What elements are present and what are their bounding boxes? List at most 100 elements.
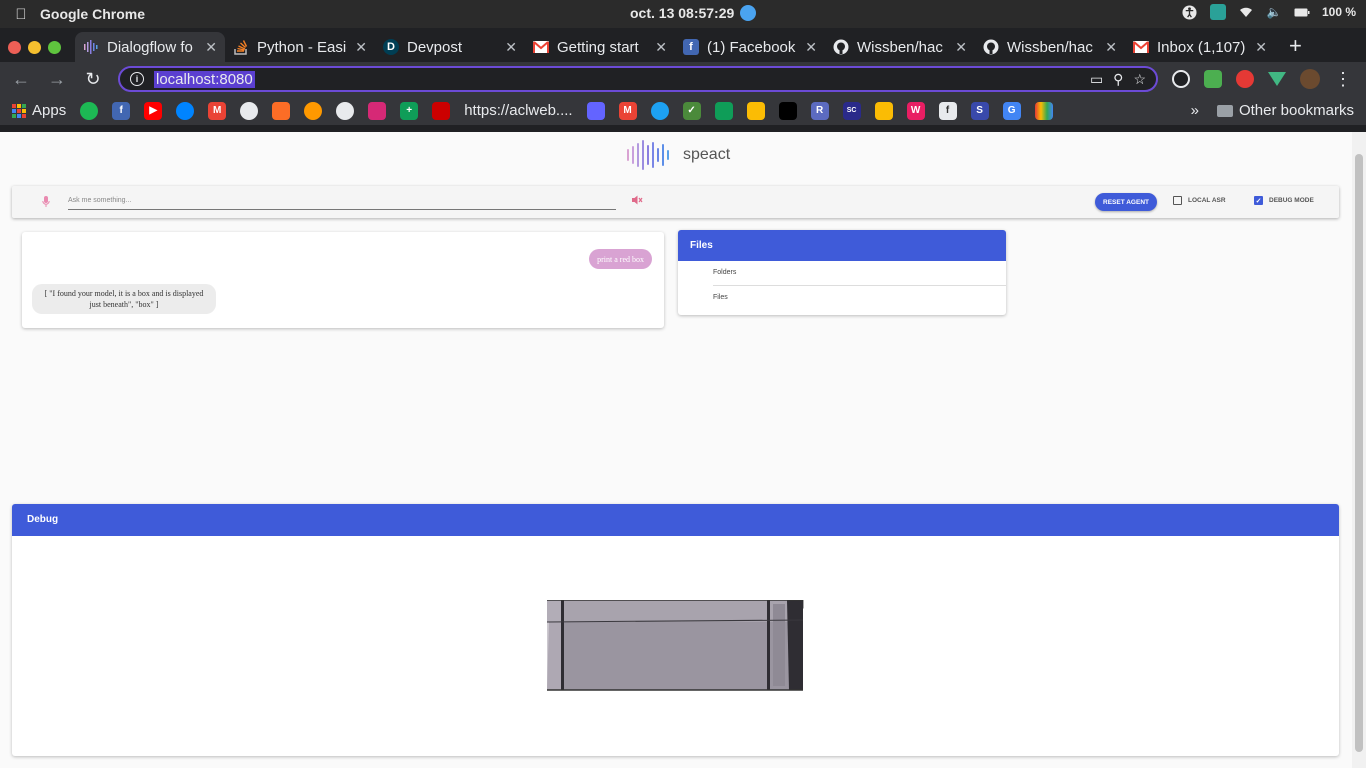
apps-shortcut[interactable]: Apps (12, 102, 66, 119)
close-tab-icon[interactable]: ✕ (205, 39, 217, 56)
spotify-icon[interactable] (80, 101, 99, 120)
notification-icon[interactable] (740, 5, 757, 21)
gitlab-icon[interactable] (272, 101, 291, 120)
tab-title: Inbox (1,107) (1157, 38, 1246, 56)
sc-icon[interactable]: SC (842, 101, 861, 120)
scrollbar-thumb[interactable] (1355, 154, 1363, 752)
address-bar[interactable]: i localhost:8080 ▭ ⚲ ☆ (118, 66, 1158, 92)
forward-button[interactable]: → (46, 69, 68, 90)
new-tab-button[interactable]: + (1289, 33, 1302, 59)
close-tab-icon[interactable]: ✕ (805, 39, 817, 56)
volume-icon[interactable]: 🔈 (1266, 4, 1282, 20)
battery-icon[interactable] (1294, 4, 1310, 20)
vue-devtools-icon[interactable] (1268, 72, 1286, 86)
gmail-icon (1133, 39, 1149, 55)
microphone-icon[interactable] (42, 196, 50, 208)
layers-icon[interactable] (778, 101, 797, 120)
wifi-icon[interactable] (1238, 4, 1254, 20)
youtube-icon[interactable]: ▶ (144, 101, 163, 120)
s-icon[interactable]: S (970, 101, 989, 120)
tab-inbox[interactable]: Inbox (1,107) ✕ (1125, 32, 1275, 62)
cast-icon[interactable]: ▭ (1090, 71, 1103, 88)
drive-icon[interactable] (874, 101, 893, 120)
apple-icon[interactable]:  (12, 5, 30, 23)
tab-github-1[interactable]: Wissben/hac ✕ (825, 32, 975, 62)
system-clock[interactable]: oct. 13 08:57:29 (630, 5, 757, 21)
instagram-icon[interactable] (368, 101, 387, 120)
extension-icon[interactable] (1204, 70, 1222, 88)
close-tab-icon[interactable]: ✕ (955, 39, 967, 56)
github-icon[interactable] (336, 101, 355, 120)
query-input[interactable]: Ask me something... (68, 196, 616, 210)
extension-icon[interactable] (1236, 70, 1254, 88)
close-tab-icon[interactable]: ✕ (355, 39, 367, 56)
tab-facebook[interactable]: f (1) Facebook ✕ (675, 32, 825, 62)
maximize-window-button[interactable] (48, 40, 61, 54)
profile-avatar[interactable] (1300, 69, 1320, 89)
apps-label: Apps (32, 102, 67, 119)
video-icon[interactable] (432, 101, 451, 120)
close-tab-icon[interactable]: ✕ (1105, 39, 1117, 56)
files-header: Files (678, 230, 1006, 261)
facebook-icon[interactable]: f (112, 101, 131, 120)
files-item-folders[interactable]: Folders (713, 261, 1006, 286)
messenger-icon[interactable] (176, 101, 195, 120)
speaker-muted-icon[interactable] (632, 195, 643, 208)
battery-percent: 100 % (1321, 5, 1356, 19)
script-icon[interactable]: f (938, 101, 957, 120)
tab-python[interactable]: Python - Easie ✕ (225, 32, 375, 62)
reset-agent-button[interactable]: RESET AGENT (1095, 193, 1157, 211)
w-icon[interactable]: W (906, 101, 925, 120)
url-text[interactable]: localhost:8080 (154, 70, 255, 88)
page-scrollbar[interactable] (1352, 132, 1366, 768)
extension-icon[interactable] (1172, 70, 1190, 88)
local-asr-checkbox[interactable]: LOCAL ASR (1173, 196, 1226, 205)
zoom-icon[interactable]: ⚲ (1113, 71, 1123, 88)
system-tray: 🔈 100 % (1182, 4, 1356, 20)
twitter-icon[interactable] (650, 101, 669, 120)
query-bar: Ask me something... RESET AGENT LOCAL AS… (12, 186, 1339, 218)
debug-panel: Debug (12, 504, 1339, 756)
mastodon-icon[interactable] (586, 101, 605, 120)
reload-button[interactable]: ↻ (82, 69, 104, 90)
checkbox-checked-icon: ✓ (1254, 196, 1263, 205)
minimize-window-button[interactable] (28, 40, 41, 54)
bookmark-aclweb[interactable]: https://aclweb.... (464, 102, 572, 119)
tab-strip: Dialogflow fo ✕ Python - Easie ✕ D Devpo… (0, 28, 1366, 62)
files-item-files[interactable]: Files (713, 286, 1006, 311)
box-3d-model[interactable] (547, 600, 807, 696)
github-icon (833, 39, 849, 55)
close-window-button[interactable] (8, 40, 21, 54)
translate-icon[interactable]: G (1002, 101, 1021, 120)
active-app-name[interactable]: Google Chrome (40, 6, 145, 22)
bookmark-star-icon[interactable]: ☆ (1133, 71, 1146, 88)
r-icon[interactable]: R (810, 101, 829, 120)
close-tab-icon[interactable]: ✕ (1255, 39, 1267, 56)
photos-icon[interactable] (746, 101, 765, 120)
tab-github-2[interactable]: Wissben/hac ✕ (975, 32, 1125, 62)
sheets-icon[interactable]: + (400, 101, 419, 120)
speact-logo-icon (627, 140, 669, 170)
back-button[interactable]: ← (10, 69, 32, 90)
tab-dialogflow[interactable]: Dialogflow fo ✕ (75, 32, 225, 62)
accessibility-icon[interactable] (1182, 4, 1198, 20)
amazon-icon[interactable] (304, 101, 323, 120)
more-bookmarks-button[interactable]: » (1191, 102, 1199, 119)
tab-devpost[interactable]: D Devpost ✕ (375, 32, 525, 62)
gmail-icon[interactable]: M (618, 101, 637, 120)
debug-mode-checkbox[interactable]: ✓ DEBUG MODE (1254, 196, 1314, 205)
tab-getting-started[interactable]: Getting start ✕ (525, 32, 675, 62)
pride-icon[interactable] (1034, 101, 1053, 120)
other-bookmarks-folder[interactable]: Other bookmarks (1216, 102, 1354, 119)
close-tab-icon[interactable]: ✕ (655, 39, 667, 56)
tab-title: Wissben/hac (857, 38, 943, 56)
close-tab-icon[interactable]: ✕ (505, 39, 517, 56)
calendar-icon[interactable] (714, 101, 733, 120)
site-info-icon[interactable]: i (130, 72, 144, 86)
globe-icon[interactable] (240, 101, 259, 120)
files-panel: Files Folders Files (678, 230, 1006, 315)
gmail-icon[interactable]: M (208, 101, 227, 120)
app-indicator-icon[interactable] (1209, 4, 1226, 20)
menu-icon[interactable]: ⋮ (1334, 69, 1352, 90)
checkmark-icon[interactable]: ✓ (682, 101, 701, 120)
